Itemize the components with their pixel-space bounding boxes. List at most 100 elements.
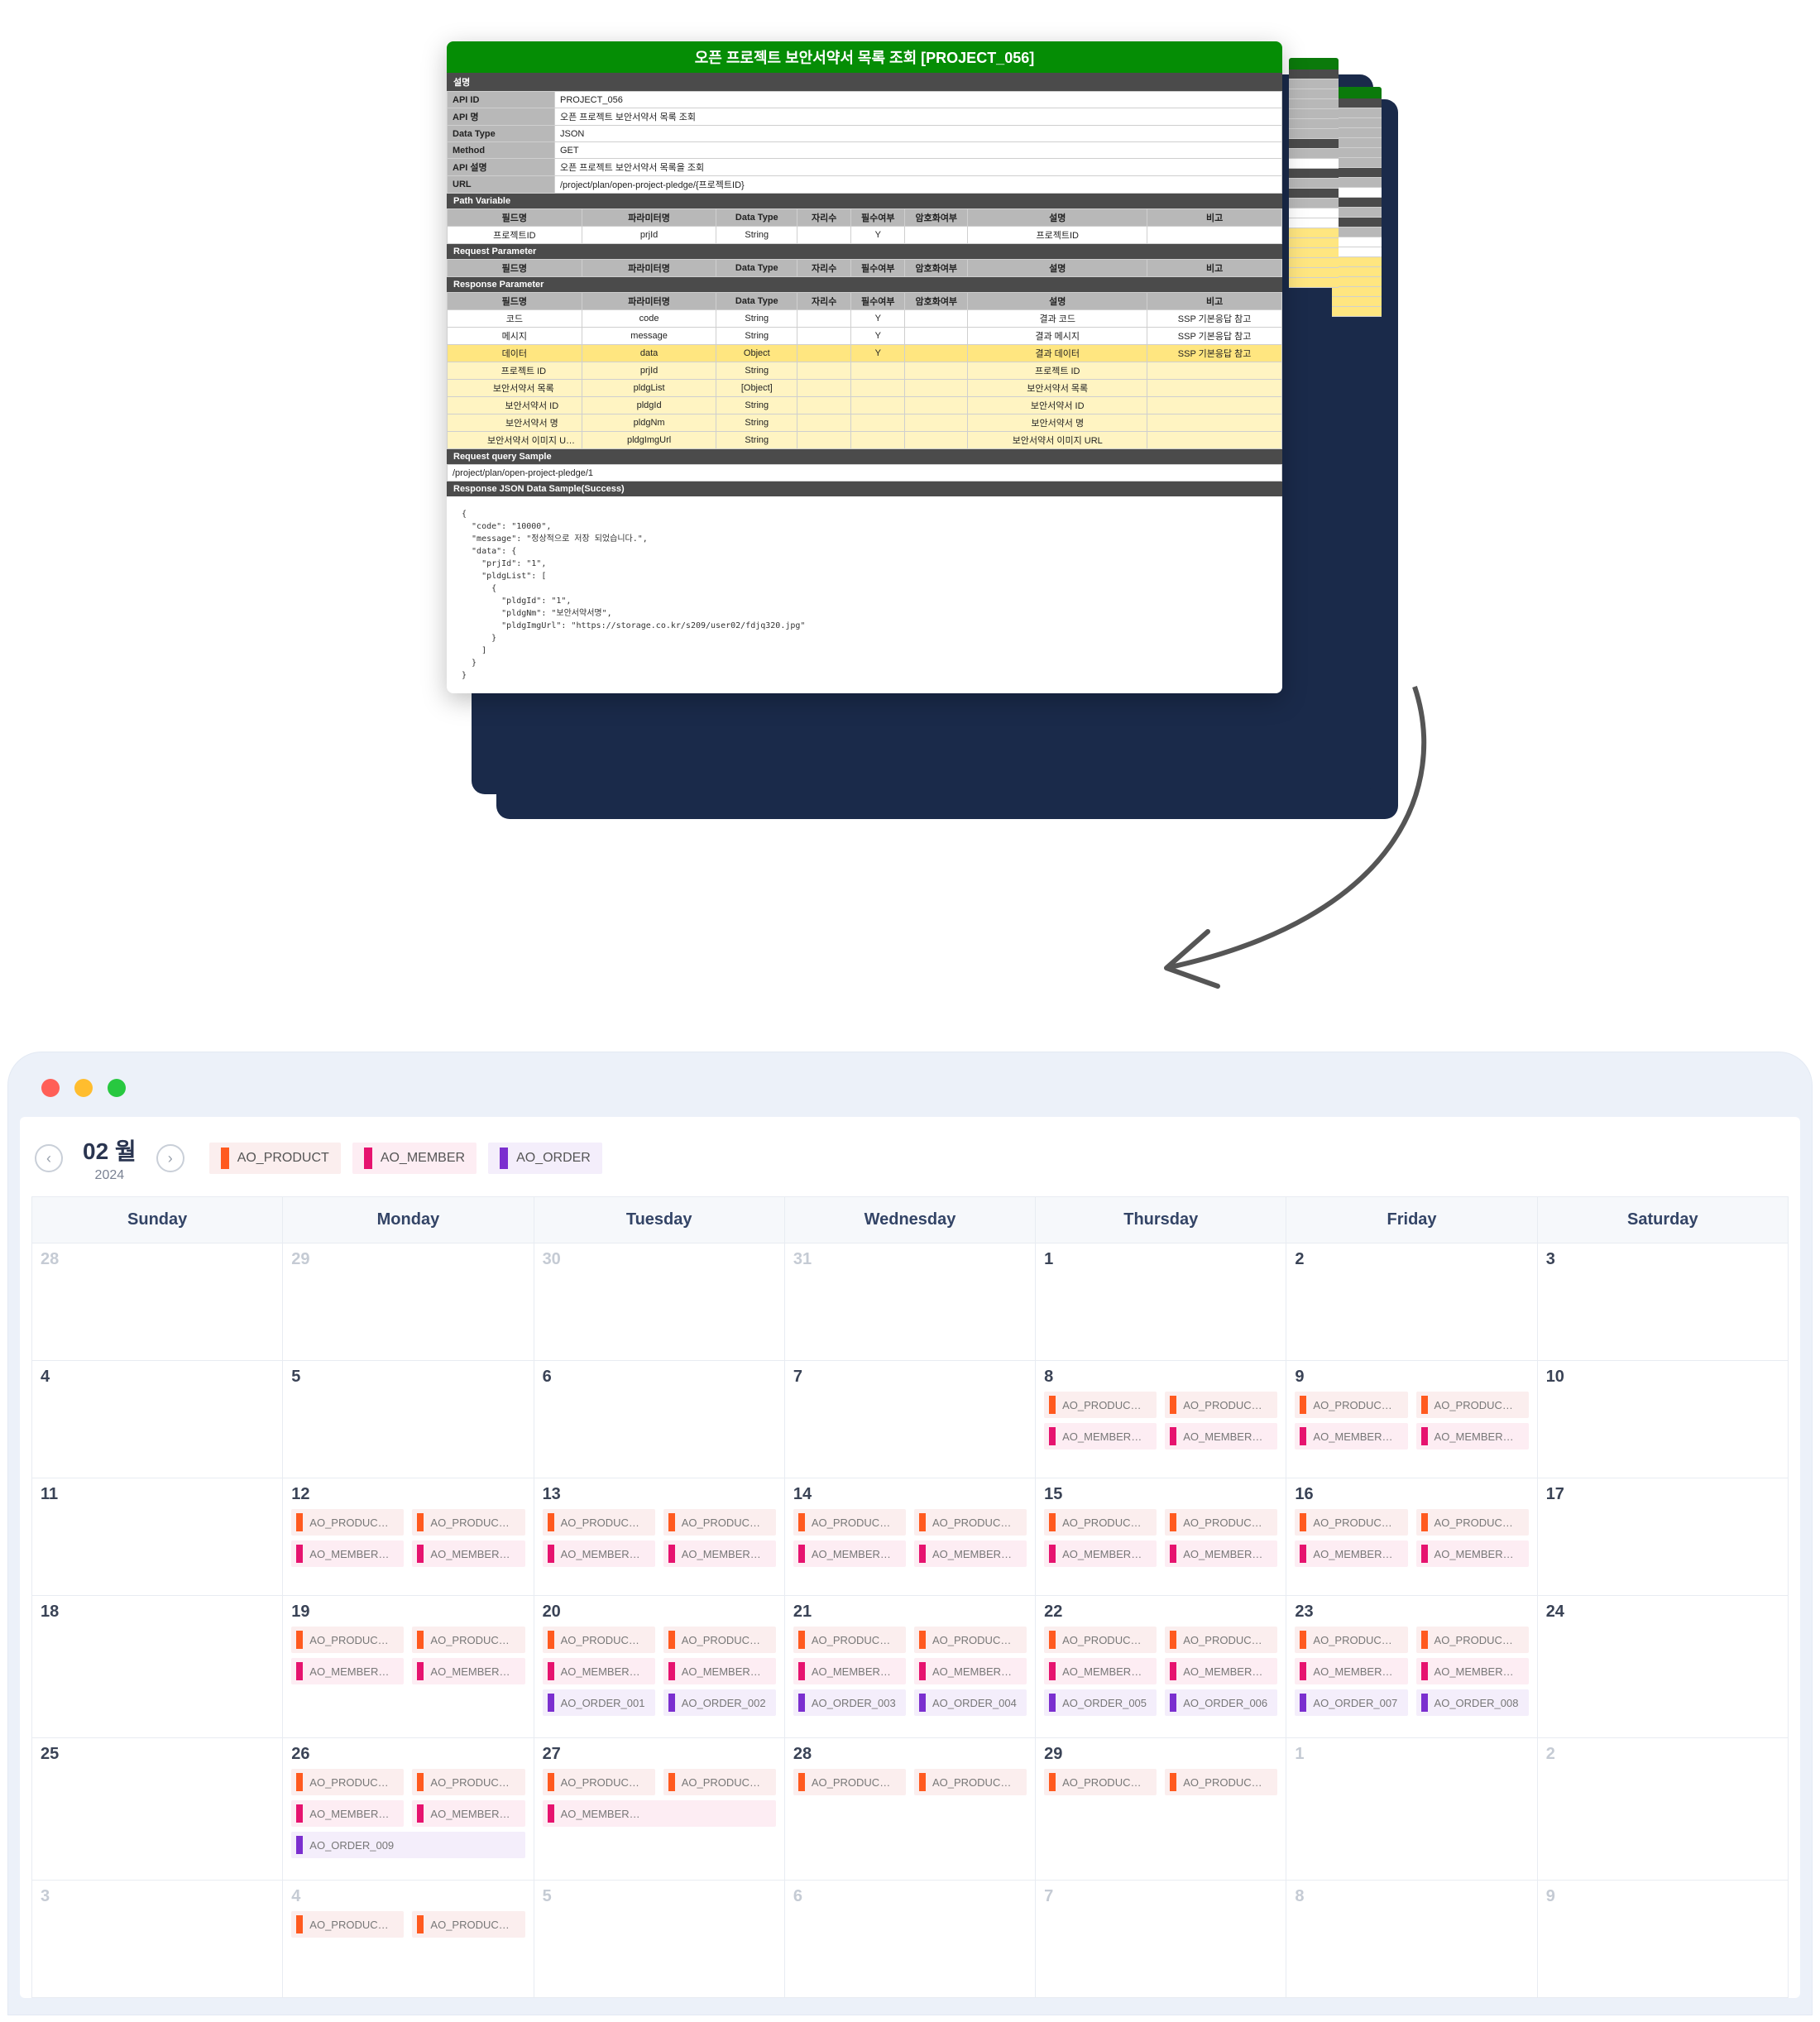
event-chip[interactable]: AO_PRODUC…: [663, 1509, 776, 1536]
event-chip[interactable]: AO_PRODUC…: [1044, 1392, 1157, 1418]
calendar-cell[interactable]: 30: [534, 1243, 784, 1361]
calendar-cell[interactable]: 1: [1286, 1738, 1537, 1881]
calendar-cell[interactable]: 10: [1537, 1361, 1788, 1478]
event-chip[interactable]: AO_MEMBER…: [1044, 1540, 1157, 1567]
event-chip[interactable]: AO_PRODUC…: [793, 1769, 906, 1795]
event-chip[interactable]: AO_PRODUC…: [412, 1911, 524, 1938]
event-chip[interactable]: AO_PRODUC…: [1165, 1392, 1277, 1418]
event-chip[interactable]: AO_PRODUC…: [1165, 1627, 1277, 1653]
calendar-cell[interactable]: 31: [784, 1243, 1035, 1361]
event-chip[interactable]: AO_PRODUC…: [291, 1627, 404, 1653]
event-chip[interactable]: AO_PRODUC…: [914, 1769, 1027, 1795]
event-chip[interactable]: AO_MEMBER…: [543, 1540, 655, 1567]
calendar-cell[interactable]: 28: [32, 1243, 283, 1361]
calendar-cell[interactable]: 9: [1537, 1881, 1788, 1998]
event-chip[interactable]: AO_PRODUC…: [793, 1509, 906, 1536]
calendar-cell[interactable]: 27AO_PRODUC…AO_PRODUC…AO_MEMBER…: [534, 1738, 784, 1881]
calendar-cell[interactable]: 13AO_PRODUC…AO_PRODUC…AO_MEMBER…AO_MEMBE…: [534, 1478, 784, 1596]
event-chip[interactable]: AO_ORDER_009: [291, 1832, 524, 1858]
calendar-cell[interactable]: 11: [32, 1478, 283, 1596]
event-chip[interactable]: AO_PRODUC…: [543, 1769, 655, 1795]
event-chip[interactable]: AO_PRODUC…: [1416, 1392, 1529, 1418]
event-chip[interactable]: AO_MEMBER…: [543, 1800, 776, 1827]
calendar-cell[interactable]: 14AO_PRODUC…AO_PRODUC…AO_MEMBER…AO_MEMBE…: [784, 1478, 1035, 1596]
event-chip[interactable]: AO_PRODUC…: [1295, 1509, 1407, 1536]
event-chip[interactable]: AO_PRODUC…: [412, 1627, 524, 1653]
legend-item-o[interactable]: AO_ORDER: [488, 1143, 602, 1174]
event-chip[interactable]: AO_MEMBER…: [1165, 1540, 1277, 1567]
event-chip[interactable]: AO_MEMBER…: [1295, 1658, 1407, 1684]
event-chip[interactable]: AO_MEMBER…: [1165, 1423, 1277, 1449]
calendar-cell[interactable]: 20AO_PRODUC…AO_PRODUC…AO_MEMBER…AO_MEMBE…: [534, 1596, 784, 1738]
event-chip[interactable]: AO_MEMBER…: [663, 1658, 776, 1684]
event-chip[interactable]: AO_PRODUC…: [291, 1769, 404, 1795]
event-chip[interactable]: AO_MEMBER…: [543, 1658, 655, 1684]
event-chip[interactable]: AO_MEMBER…: [914, 1658, 1027, 1684]
calendar-cell[interactable]: 29AO_PRODUC…AO_PRODUC…: [1036, 1738, 1286, 1881]
event-chip[interactable]: AO_MEMBER…: [291, 1658, 404, 1684]
event-chip[interactable]: AO_MEMBER…: [1044, 1423, 1157, 1449]
event-chip[interactable]: AO_MEMBER…: [793, 1540, 906, 1567]
minimize-icon[interactable]: [74, 1079, 93, 1097]
event-chip[interactable]: AO_MEMBER…: [412, 1800, 524, 1827]
calendar-cell[interactable]: 28AO_PRODUC…AO_PRODUC…: [784, 1738, 1035, 1881]
event-chip[interactable]: AO_MEMBER…: [291, 1540, 404, 1567]
legend-item-p[interactable]: AO_PRODUCT: [209, 1143, 341, 1174]
event-chip[interactable]: AO_ORDER_004: [914, 1689, 1027, 1716]
event-chip[interactable]: AO_MEMBER…: [412, 1658, 524, 1684]
event-chip[interactable]: AO_PRODUC…: [1044, 1509, 1157, 1536]
calendar-cell[interactable]: 26AO_PRODUC…AO_PRODUC…AO_MEMBER…AO_MEMBE…: [283, 1738, 534, 1881]
event-chip[interactable]: AO_PRODUC…: [291, 1509, 404, 1536]
event-chip[interactable]: AO_PRODUC…: [663, 1627, 776, 1653]
event-chip[interactable]: AO_PRODUC…: [1044, 1627, 1157, 1653]
event-chip[interactable]: AO_PRODUC…: [1044, 1769, 1157, 1795]
event-chip[interactable]: AO_MEMBER…: [1295, 1423, 1407, 1449]
calendar-cell[interactable]: 25: [32, 1738, 283, 1881]
calendar-cell[interactable]: 18: [32, 1596, 283, 1738]
event-chip[interactable]: AO_ORDER_003: [793, 1689, 906, 1716]
event-chip[interactable]: AO_ORDER_005: [1044, 1689, 1157, 1716]
calendar-cell[interactable]: 5: [283, 1361, 534, 1478]
close-icon[interactable]: [41, 1079, 60, 1097]
event-chip[interactable]: AO_PRODUC…: [291, 1911, 404, 1938]
event-chip[interactable]: AO_ORDER_006: [1165, 1689, 1277, 1716]
event-chip[interactable]: AO_ORDER_001: [543, 1689, 655, 1716]
event-chip[interactable]: AO_PRODUC…: [1165, 1509, 1277, 1536]
event-chip[interactable]: AO_MEMBER…: [1044, 1658, 1157, 1684]
event-chip[interactable]: AO_PRODUC…: [1416, 1627, 1529, 1653]
calendar-cell[interactable]: 9AO_PRODUC…AO_PRODUC…AO_MEMBER…AO_MEMBER…: [1286, 1361, 1537, 1478]
calendar-cell[interactable]: 8AO_PRODUC…AO_PRODUC…AO_MEMBER…AO_MEMBER…: [1036, 1361, 1286, 1478]
calendar-cell[interactable]: 22AO_PRODUC…AO_PRODUC…AO_MEMBER…AO_MEMBE…: [1036, 1596, 1286, 1738]
event-chip[interactable]: AO_MEMBER…: [1165, 1658, 1277, 1684]
calendar-cell[interactable]: 2: [1286, 1243, 1537, 1361]
event-chip[interactable]: AO_PRODUC…: [914, 1509, 1027, 1536]
event-chip[interactable]: AO_MEMBER…: [914, 1540, 1027, 1567]
calendar-cell[interactable]: 4: [32, 1361, 283, 1478]
event-chip[interactable]: AO_PRODUC…: [1295, 1627, 1407, 1653]
event-chip[interactable]: AO_PRODUC…: [914, 1627, 1027, 1653]
calendar-cell[interactable]: 7: [1036, 1881, 1286, 1998]
event-chip[interactable]: AO_ORDER_008: [1416, 1689, 1529, 1716]
event-chip[interactable]: AO_MEMBER…: [291, 1800, 404, 1827]
calendar-cell[interactable]: 6: [534, 1361, 784, 1478]
calendar-cell[interactable]: 3: [32, 1881, 283, 1998]
event-chip[interactable]: AO_ORDER_007: [1295, 1689, 1407, 1716]
event-chip[interactable]: AO_MEMBER…: [1295, 1540, 1407, 1567]
event-chip[interactable]: AO_PRODUC…: [412, 1509, 524, 1536]
calendar-cell[interactable]: 21AO_PRODUC…AO_PRODUC…AO_MEMBER…AO_MEMBE…: [784, 1596, 1035, 1738]
event-chip[interactable]: AO_MEMBER…: [663, 1540, 776, 1567]
event-chip[interactable]: AO_MEMBER…: [793, 1658, 906, 1684]
event-chip[interactable]: AO_PRODUC…: [1165, 1769, 1277, 1795]
legend-item-m[interactable]: AO_MEMBER: [352, 1143, 477, 1174]
calendar-cell[interactable]: 5: [534, 1881, 784, 1998]
event-chip[interactable]: AO_PRODUC…: [1295, 1392, 1407, 1418]
event-chip[interactable]: AO_PRODUC…: [793, 1627, 906, 1653]
calendar-cell[interactable]: 23AO_PRODUC…AO_PRODUC…AO_MEMBER…AO_MEMBE…: [1286, 1596, 1537, 1738]
event-chip[interactable]: AO_MEMBER…: [1416, 1540, 1529, 1567]
event-chip[interactable]: AO_ORDER_002: [663, 1689, 776, 1716]
calendar-cell[interactable]: 12AO_PRODUC…AO_PRODUC…AO_MEMBER…AO_MEMBE…: [283, 1478, 534, 1596]
calendar-cell[interactable]: 7: [784, 1361, 1035, 1478]
event-chip[interactable]: AO_PRODUC…: [543, 1627, 655, 1653]
event-chip[interactable]: AO_PRODUC…: [663, 1769, 776, 1795]
calendar-cell[interactable]: 8: [1286, 1881, 1537, 1998]
